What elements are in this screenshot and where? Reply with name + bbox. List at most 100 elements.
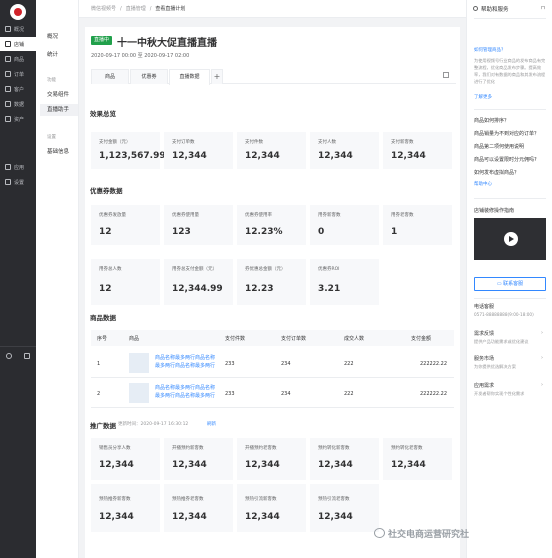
market-title[interactable]: 服务市场: [474, 355, 494, 362]
faq-item[interactable]: 如何发布虚拟商品？: [474, 169, 519, 176]
stat-card: 开播预约新客数 12,344: [164, 438, 233, 480]
product-thumbnail: [129, 353, 149, 373]
stat-card: 用券总支付金额（元） 12,344.99: [164, 259, 233, 305]
stat-card: 支付新客数 12,344: [383, 132, 452, 169]
sidebar-item-overview[interactable]: 概况: [0, 22, 36, 36]
watermark: 社交电商运营研究社: [388, 530, 470, 540]
faq-item[interactable]: 商品如何排序？: [474, 117, 509, 124]
product-section: 商品数据 序号 商品 支付件数 支付订单数 成交人数 支付金额 1 商品名称最多…: [85, 312, 460, 418]
sidebar-item-assets[interactable]: 资产: [0, 112, 36, 126]
customers-icon: [5, 86, 11, 92]
market-desc: 为你提供优选解决方案: [474, 364, 516, 369]
table-row[interactable]: 1 商品名称最多两行商品名称最多两行商品名称最多两行 233 234 222 2…: [91, 348, 454, 378]
stat-card: 支付人数 12,344: [310, 132, 379, 169]
stat-card: 支付金额（元） 1,123,567.99: [91, 132, 166, 169]
sidebar-item-store[interactable]: 店铺: [0, 37, 36, 51]
stat-card: 优惠券ROI 3.21: [310, 259, 379, 305]
feedback-title[interactable]: 需求反馈: [474, 330, 494, 337]
submenu-item-trade[interactable]: 交易组件: [47, 90, 69, 98]
sidebar-item-settings[interactable]: 设置: [0, 175, 36, 189]
sidebar-item-customers[interactable]: 客户: [0, 82, 36, 96]
add-tab-button[interactable]: +: [211, 69, 223, 84]
sidebar-item-goods[interactable]: 商品: [0, 52, 36, 66]
submenu-item-basic-info[interactable]: 基础信息: [47, 147, 69, 155]
store-icon: [5, 41, 11, 47]
page-title: 十一中秋大促直播直播: [117, 38, 217, 49]
sidebar-item-apps[interactable]: 应用: [0, 160, 36, 174]
breadcrumb-item[interactable]: 直播管理: [126, 5, 146, 12]
help-panel-title: 帮助和服务: [481, 7, 509, 13]
section-title: 商品数据: [90, 314, 116, 322]
submenu-item-stats[interactable]: 统计: [47, 50, 58, 58]
stat-card: 支付订单数 12,344: [164, 132, 233, 169]
settings-icon: [5, 179, 11, 185]
feedback-desc: 提供产品功能需求或优化建议: [474, 339, 529, 344]
breadcrumb-item[interactable]: 微信视频号: [91, 5, 116, 12]
sidebar-footer: [0, 346, 36, 364]
tab-goods[interactable]: 商品: [91, 69, 129, 84]
sidebar: 概况 店铺 商品 订单 客户 数据 资产 应用 设置: [0, 0, 36, 558]
stat-card: 预约转化老客数 12,344: [383, 438, 452, 480]
product-name-link[interactable]: 商品名称最多两行商品名称最多两行商品名称最多两行: [155, 384, 215, 402]
stat-card: 预热推券新客数 12,344: [91, 484, 160, 532]
message-icon[interactable]: [24, 352, 30, 359]
help-question[interactable]: 如何管理商品？: [474, 47, 506, 53]
stat-card: 优惠券使用量 123: [164, 205, 233, 245]
pin-icon[interactable]: ⊓: [541, 5, 545, 11]
stat-card: 预热引流新客数 12,344: [237, 484, 306, 532]
stat-card: 预热推券老客数 12,344: [164, 484, 233, 532]
live-status-badge: 直播中: [91, 36, 113, 45]
table-header: 序号 商品 支付件数 支付订单数 成交人数 支付金额: [91, 330, 454, 346]
section-title: 效果总览: [90, 110, 116, 118]
tutorial-video[interactable]: [474, 218, 546, 260]
submenu-item-overview[interactable]: 概况: [47, 32, 58, 40]
main-content: 直播中 十一中秋大促直播直播 2020-09-17 00:00 至 2020-0…: [79, 18, 466, 558]
faq-item[interactable]: 商品可以设置限时分元佣吗?: [474, 156, 537, 163]
submenu-group-label: 功能: [47, 78, 56, 83]
section-title: 推广数据: [90, 422, 116, 430]
chevron-right-icon: ›: [541, 382, 543, 388]
breadcrumb-current: 查看直播计划: [155, 6, 186, 12]
stat-card: 预热引流老客数 12,344: [310, 484, 379, 532]
stat-card: 开播预约老客数 12,344: [237, 438, 306, 480]
search-icon[interactable]: [6, 352, 12, 359]
tab-coupons[interactable]: 优惠券: [130, 69, 168, 84]
stat-card: 用券总人数 12: [91, 259, 160, 305]
refresh-link[interactable]: 刷新: [207, 421, 216, 427]
submenu-item-live-assistant[interactable]: 直播助手: [40, 104, 78, 116]
help-center-link[interactable]: 帮助中心: [474, 181, 492, 187]
apps-icon: [5, 164, 11, 170]
stat-card: 销售员分享人数 12,344: [91, 438, 160, 480]
help-desc: 为使用视频号行业商品的发布商品有完整流程，优化商品发布步骤。提高效率，我们对有数…: [474, 58, 546, 84]
sidebar-item-orders[interactable]: 订单: [0, 67, 36, 81]
play-icon[interactable]: [504, 232, 518, 246]
phone-number: 0571-88888888(9:00-18:00): [474, 312, 534, 317]
sidebar-item-data[interactable]: 数据: [0, 97, 36, 111]
brand-logo[interactable]: [10, 4, 26, 20]
product-name-link[interactable]: 商品名称最多两行商品名称最多两行商品名称最多两行: [155, 354, 215, 372]
learn-more-link[interactable]: 了解更多: [474, 94, 492, 100]
orders-icon: [5, 71, 11, 77]
coupon-section: 优惠券数据 优惠券发放量 12 优惠券使用量 123 优惠券使用率 12.23%…: [85, 178, 460, 312]
expand-icon[interactable]: [443, 72, 449, 78]
tab-live-data[interactable]: 直播数据: [169, 69, 210, 85]
app-demand-title[interactable]: 应用需求: [474, 382, 494, 389]
stat-card: 用券新客数 0: [310, 205, 379, 245]
faq-item[interactable]: 商品销量为不到对应的订单？: [474, 130, 539, 137]
section-title: 优惠券数据: [90, 187, 123, 195]
stat-card: 优惠券使用率 12.23%: [237, 205, 306, 245]
submenu: 概况 统计 功能 交易组件 直播助手 设置 基础信息: [36, 0, 79, 558]
help-panel: 帮助和服务 ⊓ 如何管理商品？ 为使用视频号行业商品的发布商品有完整流程，优化商…: [466, 0, 552, 558]
contact-service-button[interactable]: ▭ 联系客服: [474, 277, 546, 291]
table-row[interactable]: 2 商品名称最多两行商品名称最多两行商品名称最多两行 233 234 222 2…: [91, 378, 454, 408]
submenu-group2-label: 设置: [47, 135, 56, 140]
app-demand-desc: 开发者帮你实现个性化需求: [474, 391, 525, 396]
faq-item[interactable]: 商品第二项何使用说明: [474, 143, 524, 150]
effect-section: 效果总览 支付金额（元） 1,123,567.99 支付订单数 12,344 支…: [85, 96, 460, 178]
product-thumbnail: [129, 383, 149, 403]
update-time: 更新时间：2020-09-17 16:30:12: [118, 422, 189, 427]
tab-bar: 商品 优惠券 直播数据 +: [91, 69, 456, 85]
stat-card: 预约转化新客数 12,344: [310, 438, 379, 480]
stat-card: 券优惠总金额（元） 12.23: [237, 259, 306, 305]
phone-label: 电话客服: [474, 304, 495, 310]
